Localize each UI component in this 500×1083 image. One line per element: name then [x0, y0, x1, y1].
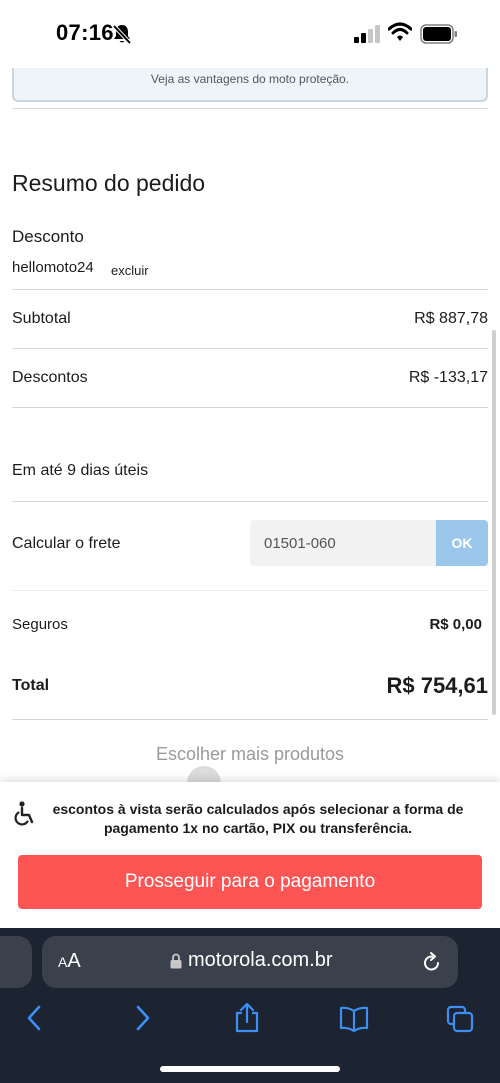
- wifi-icon: [388, 22, 412, 41]
- tabs-icon[interactable]: [445, 1002, 475, 1034]
- forward-icon[interactable]: [127, 1002, 157, 1034]
- cep-input[interactable]: [250, 520, 438, 566]
- status-time: 07:16: [56, 20, 114, 45]
- coupon-remove-link[interactable]: excluir: [111, 263, 149, 278]
- signal-icon: [354, 25, 380, 43]
- lock-icon: [170, 953, 182, 969]
- summary-title: Resumo do pedido: [12, 170, 206, 196]
- divider: [12, 407, 488, 408]
- total-label: Total: [12, 677, 50, 694]
- insurance-value: R$ 0,00: [429, 616, 482, 633]
- payment-note: escontos à vista serão calculados após s…: [52, 801, 464, 836]
- discount-label: Desconto: [12, 227, 84, 246]
- bell-slash-icon: [112, 24, 132, 45]
- delivery-estimate: Em até 9 dias úteis: [12, 462, 149, 479]
- scrollbar[interactable]: [492, 330, 496, 715]
- promo-text: Veja as vantagens do moto proteção.: [150, 72, 350, 86]
- back-icon[interactable]: [20, 1002, 50, 1034]
- browser-toolbar: AA motorola.com.br: [0, 928, 500, 1083]
- home-indicator: [160, 1066, 340, 1072]
- insurance-label: Seguros: [12, 616, 68, 633]
- subtotal-label: Subtotal: [12, 310, 71, 327]
- divider: [12, 501, 488, 502]
- url-text: motorola.com.br: [188, 949, 333, 971]
- checkout-footer: escontos à vista serão calculados após s…: [0, 782, 500, 928]
- divider: [12, 719, 488, 720]
- address-bar[interactable]: AA motorola.com.br: [42, 936, 458, 988]
- shipping-label: Calcular o frete: [12, 535, 121, 552]
- divider: [12, 108, 488, 109]
- battery-icon: [420, 24, 457, 44]
- proceed-to-payment-button[interactable]: Prosseguir para o pagamento: [18, 855, 482, 909]
- share-icon[interactable]: [232, 1002, 262, 1034]
- more-products-link[interactable]: Escolher mais produtos: [0, 744, 500, 765]
- promo-banner[interactable]: Veja as vantagens do moto proteção.: [12, 68, 488, 102]
- discounts-value: R$ -133,17: [408, 369, 488, 386]
- reload-icon[interactable]: [422, 951, 442, 973]
- subtotal-value: R$ 887,78: [414, 310, 488, 327]
- total-value: R$ 754,61: [386, 673, 488, 698]
- discounts-label: Descontos: [12, 369, 88, 386]
- divider: [12, 348, 488, 349]
- accessibility-icon[interactable]: [12, 800, 36, 826]
- ok-button[interactable]: OK: [436, 520, 488, 566]
- bookmarks-icon[interactable]: [339, 1002, 369, 1034]
- text-size-button[interactable]: AA: [58, 950, 81, 973]
- previous-tab-preview[interactable]: [0, 936, 32, 988]
- divider: [12, 289, 488, 290]
- divider: [12, 590, 488, 591]
- status-bar: 07:16: [0, 0, 500, 68]
- coupon-code: hellomoto24: [12, 259, 94, 276]
